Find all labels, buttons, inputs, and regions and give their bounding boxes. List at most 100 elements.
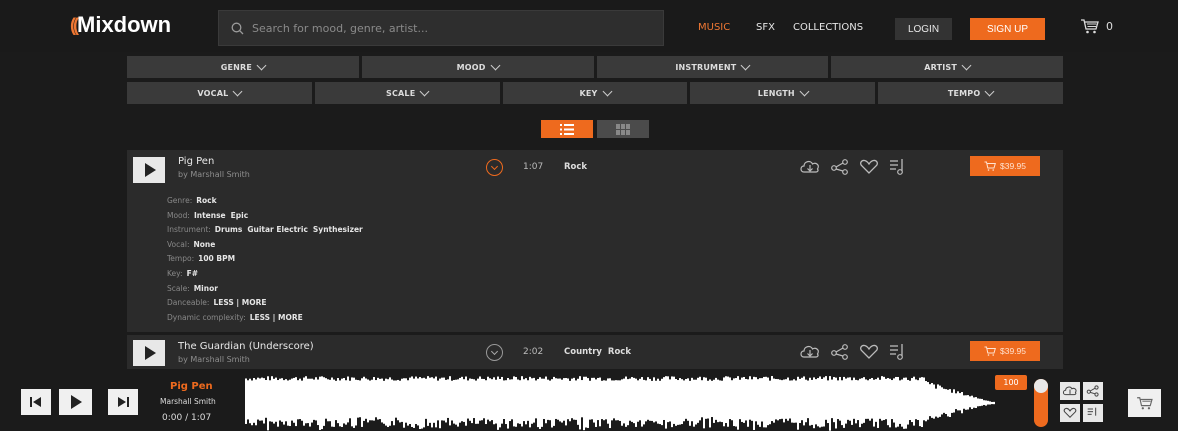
- signup-button[interactable]: SIGN UP: [970, 18, 1045, 40]
- grid-view-button[interactable]: [597, 120, 649, 138]
- waveform-bar: [933, 384, 935, 419]
- track-row[interactable]: The Guardian (Underscore) by Marshall Sm…: [127, 335, 1063, 369]
- filter-scale[interactable]: SCALE: [314, 82, 500, 104]
- waveform-scrubber[interactable]: [245, 376, 1015, 431]
- waveform-bar: [367, 379, 369, 423]
- search-bar[interactable]: [218, 10, 664, 46]
- cart-button[interactable]: 0: [1080, 18, 1113, 34]
- waveform-bar: [853, 377, 855, 419]
- detail-value[interactable]: Minor: [194, 284, 218, 293]
- waveform-bar: [251, 380, 253, 426]
- waveform-bar: [559, 378, 561, 422]
- now-playing-artist[interactable]: Marshall Smith: [160, 397, 216, 406]
- detail-value[interactable]: Synthesizer: [313, 225, 363, 234]
- track-play-button[interactable]: [133, 157, 165, 183]
- waveform-bar: [819, 376, 821, 428]
- nav-music[interactable]: MUSIC: [698, 22, 730, 33]
- waveform-bar: [415, 376, 417, 425]
- track-genre[interactable]: Country Rock: [564, 347, 631, 357]
- download-cloud-icon[interactable]: [799, 344, 821, 360]
- previous-button[interactable]: [21, 389, 51, 415]
- detail-value[interactable]: Rock: [196, 196, 216, 205]
- player-cart-button[interactable]: [1128, 389, 1161, 417]
- chevron-down-icon: [419, 86, 430, 96]
- heart-icon[interactable]: [859, 344, 879, 360]
- login-button[interactable]: LOGIN: [895, 18, 952, 40]
- volume-slider[interactable]: [1034, 379, 1048, 427]
- waveform-bar: [443, 377, 445, 421]
- share-button[interactable]: [1083, 382, 1103, 400]
- expand-details-button[interactable]: [486, 344, 503, 361]
- waveform-bar: [649, 378, 651, 421]
- add-to-playlist-icon[interactable]: [888, 158, 908, 176]
- detail-value[interactable]: Intense: [194, 211, 226, 220]
- detail-value[interactable]: Epic: [231, 211, 249, 220]
- track-artist[interactable]: by Marshall Smith: [178, 355, 250, 364]
- waveform-bar: [403, 378, 405, 428]
- filter-length[interactable]: LENGTH: [690, 82, 876, 104]
- search-input[interactable]: [252, 21, 632, 35]
- waveform-bar: [941, 387, 943, 415]
- waveform-bar: [825, 376, 827, 420]
- detail-value[interactable]: LESS | MORE: [250, 313, 303, 322]
- now-playing-title[interactable]: Pig Pen: [170, 381, 213, 392]
- waveform-bar: [383, 380, 385, 424]
- share-icon[interactable]: [830, 159, 850, 175]
- filter-instrument[interactable]: INSTRUMENT: [596, 56, 829, 78]
- favorite-button[interactable]: [1060, 404, 1080, 422]
- nav-collections[interactable]: COLLECTIONS: [793, 22, 863, 33]
- download-cloud-icon[interactable]: [799, 159, 821, 175]
- waveform-bar: [493, 377, 495, 425]
- filter-key[interactable]: KEY: [502, 82, 688, 104]
- filter-tempo[interactable]: TEMPO: [878, 82, 1063, 104]
- collapse-details-button[interactable]: [486, 159, 503, 176]
- nav-sfx[interactable]: SFX: [756, 22, 775, 33]
- waveform-bar: [437, 380, 439, 421]
- share-icon[interactable]: [830, 344, 850, 360]
- filter-vocal[interactable]: VOCAL: [127, 82, 312, 104]
- waveform-bar: [357, 380, 359, 418]
- play-button[interactable]: [59, 389, 92, 415]
- detail-value[interactable]: Drums: [215, 225, 243, 234]
- track-artist[interactable]: by Marshall Smith: [178, 170, 250, 179]
- detail-key: Key: F#: [167, 267, 363, 282]
- track-title[interactable]: The Guardian (Underscore): [178, 341, 314, 352]
- download-button[interactable]: [1060, 382, 1080, 400]
- filter-artist[interactable]: ARTIST: [831, 56, 1063, 78]
- track-row[interactable]: Pig Pen by Marshall Smith 1:07 Rock $39.…: [127, 150, 1063, 332]
- detail-value[interactable]: F#: [187, 269, 198, 278]
- list-view-button[interactable]: [541, 120, 593, 138]
- filter-label: MOOD: [456, 62, 486, 72]
- detail-value[interactable]: None: [193, 240, 215, 249]
- waveform-bar: [661, 378, 663, 426]
- waveform-bar: [639, 378, 641, 421]
- waveform-bar: [577, 378, 579, 425]
- add-to-playlist-icon[interactable]: [888, 343, 908, 361]
- detail-value[interactable]: LESS | MORE: [213, 298, 266, 307]
- next-button[interactable]: [108, 389, 138, 415]
- waveform-bar: [351, 377, 353, 427]
- price-button[interactable]: $39.95: [970, 341, 1040, 361]
- detail-value[interactable]: Guitar Electric: [247, 225, 308, 234]
- price-button[interactable]: $39.95: [970, 156, 1040, 176]
- waveform-bar: [333, 379, 335, 427]
- waveform-bar: [361, 378, 363, 427]
- filter-genre[interactable]: GENRE: [127, 56, 359, 78]
- track-genre[interactable]: Rock: [564, 162, 587, 172]
- waveform-bar: [441, 377, 443, 421]
- filter-mood[interactable]: MOOD: [361, 56, 594, 78]
- waveform-bar: [837, 380, 839, 420]
- filter-label: INSTRUMENT: [675, 62, 737, 72]
- track-play-button[interactable]: [133, 340, 165, 366]
- waveform-bar: [847, 377, 849, 420]
- volume-knob[interactable]: [1034, 379, 1048, 393]
- logo[interactable]: (( Mixdown: [70, 12, 171, 38]
- waveform-bar: [633, 377, 635, 424]
- waveform-bar: [931, 383, 933, 418]
- track-title[interactable]: Pig Pen: [178, 156, 214, 167]
- waveform-bar: [745, 378, 747, 421]
- playlist-button[interactable]: [1083, 404, 1103, 422]
- heart-icon[interactable]: [859, 159, 879, 175]
- waveform-bar: [959, 393, 961, 411]
- detail-value[interactable]: 100 BPM: [198, 254, 235, 263]
